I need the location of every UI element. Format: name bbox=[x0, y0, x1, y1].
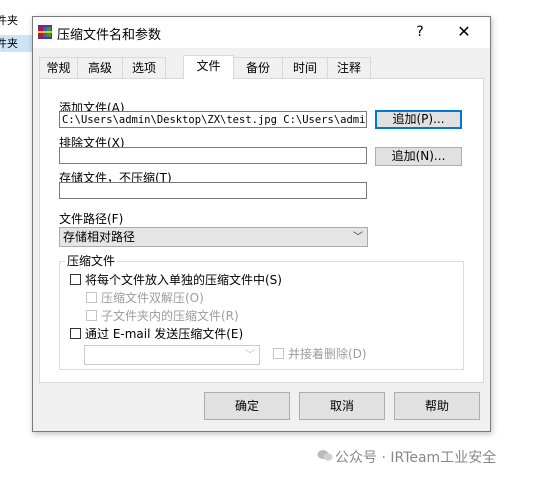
separate-archives-checkbox[interactable] bbox=[70, 274, 81, 285]
explorer-item-selected[interactable]: 件夹 bbox=[0, 35, 32, 52]
explorer-item-label: 件夹 bbox=[0, 37, 18, 50]
winrar-icon bbox=[38, 25, 52, 39]
dialog-title: 压缩文件名和参数 bbox=[57, 28, 162, 43]
tab-backup[interactable]: 备份 bbox=[233, 57, 283, 78]
delete-after-checkbox[interactable] bbox=[273, 348, 284, 359]
archive-group-title: 压缩文件 bbox=[65, 252, 118, 269]
files-tab-panel: 添加文件(A) C:\Users\admin\Desktop\ZX\test.j… bbox=[39, 78, 484, 383]
tab-time[interactable]: 时间 bbox=[282, 57, 328, 78]
file-paths-value: 存储相对路径 bbox=[63, 230, 136, 244]
file-paths-label: 文件路径(F) bbox=[59, 212, 124, 226]
tab-files[interactable]: 文件 bbox=[183, 55, 234, 79]
email-address-select[interactable]: ﹀ bbox=[84, 345, 260, 365]
archive-name-parameters-dialog: 压缩文件名和参数 ? ✕ 常规 高级 选项 文件 备份 时间 注释 添加文件(A… bbox=[32, 16, 491, 432]
ok-button[interactable]: 确定 bbox=[204, 392, 290, 420]
add-files-button[interactable]: 追加(P)... bbox=[375, 110, 462, 129]
explorer-item[interactable]: 件夹 bbox=[0, 12, 32, 29]
explorer-sidebar: 件夹 件夹 bbox=[0, 0, 32, 479]
wechat-icon bbox=[317, 450, 333, 461]
exclude-files-field[interactable] bbox=[59, 147, 367, 164]
chevron-down-icon: ﹀ bbox=[353, 232, 363, 243]
separate-archives-label: 将每个文件放入单独的压缩文件中(S) bbox=[85, 273, 282, 287]
tab-advanced[interactable]: 高级 bbox=[77, 57, 123, 78]
double-extract-label: 压缩文件双解压(O) bbox=[101, 291, 204, 305]
watermark-text: 公众号 · IRTeam工业安全 bbox=[335, 450, 497, 466]
file-paths-select[interactable]: 存储相对路径 ﹀ bbox=[59, 227, 368, 247]
tab-comment[interactable]: 注释 bbox=[327, 57, 371, 78]
tab-options[interactable]: 选项 bbox=[122, 57, 166, 78]
subfolder-label: 子文件夹内的压缩文件(R) bbox=[101, 309, 239, 323]
help-icon[interactable]: ? bbox=[405, 21, 435, 43]
explorer-item-label: 件夹 bbox=[0, 14, 18, 27]
store-files-field[interactable] bbox=[59, 182, 367, 199]
double-extract-checkbox[interactable] bbox=[86, 292, 97, 303]
close-icon[interactable]: ✕ bbox=[449, 21, 479, 43]
email-label: 通过 E-mail 发送压缩文件(E) bbox=[85, 327, 244, 341]
email-checkbox[interactable] bbox=[70, 328, 81, 339]
title-bar[interactable]: 压缩文件名和参数 ? ✕ bbox=[33, 17, 490, 48]
help-button[interactable]: 帮助 bbox=[394, 392, 480, 420]
cancel-button[interactable]: 取消 bbox=[299, 392, 385, 420]
delete-after-label: 并接着删除(D) bbox=[288, 347, 367, 361]
exclude-add-button[interactable]: 追加(N)... bbox=[375, 147, 462, 166]
add-files-field[interactable]: C:\Users\admin\Desktop\ZX\test.jpg C:\Us… bbox=[59, 111, 367, 128]
subfolder-checkbox[interactable] bbox=[86, 310, 97, 321]
tab-general[interactable]: 常规 bbox=[39, 57, 78, 78]
chevron-down-icon: ﹀ bbox=[245, 350, 255, 361]
